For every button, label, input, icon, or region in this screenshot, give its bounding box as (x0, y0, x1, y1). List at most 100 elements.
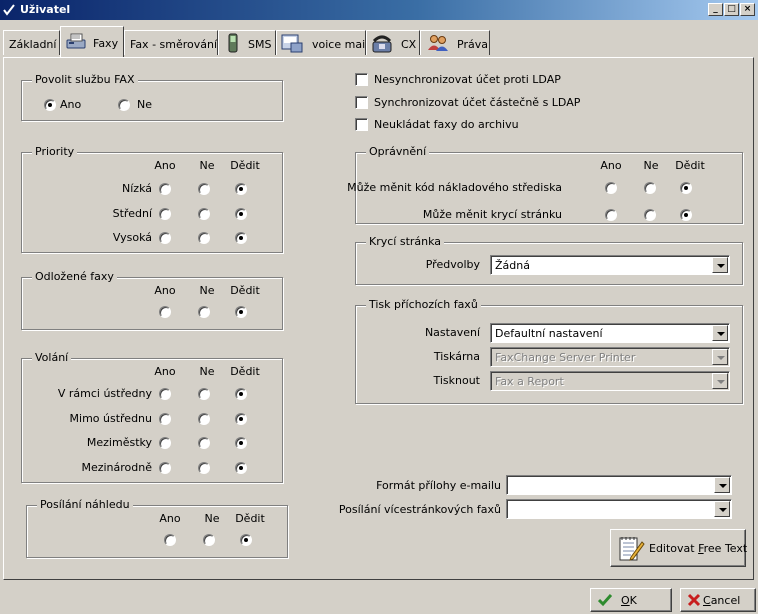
cover-page-inherit-radio[interactable] (680, 209, 692, 221)
tab-fax-routing[interactable]: Fax - směrování (124, 30, 218, 55)
cost-center-no-radio[interactable] (644, 182, 656, 194)
no-ldap-sync-checkbox[interactable] (355, 73, 368, 86)
cover-page-permission-label: Může měnit krycí stránku (422, 208, 562, 221)
tab-sms[interactable]: SMS (218, 30, 276, 55)
voicemail-icon (281, 34, 303, 53)
tab-rights[interactable]: Práva (420, 30, 490, 55)
group-title: Oprávnění (366, 145, 430, 158)
tab-faxes[interactable]: Faxy (60, 26, 124, 57)
calls-longdistance-no-radio[interactable] (198, 437, 210, 449)
checkmark-icon (598, 594, 612, 607)
cost-center-permission-label: Může měnit kód nákladového střediska (347, 181, 562, 194)
calls-external-no-radio[interactable] (198, 413, 210, 425)
mobile-phone-icon (228, 33, 238, 53)
calls-international-no-radio[interactable] (198, 462, 210, 474)
priority-low-inherit-radio[interactable] (235, 183, 247, 195)
fax-service-no-radio[interactable] (118, 99, 130, 111)
calls-longdistance-inherit-radio[interactable] (235, 437, 247, 449)
tab-label: Faxy (93, 37, 119, 50)
delayed-inherit-radio[interactable] (235, 306, 247, 318)
minimize-button[interactable]: _ (708, 3, 723, 16)
notepad-pencil-icon (619, 537, 645, 561)
permissions-group: Oprávnění Ano Ne Dědit Může měnit kód ná… (347, 145, 743, 224)
group-title: Priority (32, 145, 78, 158)
cost-center-yes-radio[interactable] (605, 182, 617, 194)
chevron-down-icon (712, 349, 728, 365)
chevron-down-icon[interactable] (712, 257, 728, 273)
cancel-x-icon (687, 593, 701, 607)
calls-internal-no-radio[interactable] (198, 388, 210, 400)
title-bar[interactable]: Uživatel _ □ × (0, 0, 758, 20)
priority-medium-label: Střední (112, 207, 152, 220)
close-button[interactable]: × (740, 3, 755, 16)
group-title: Posílání náhledu (37, 498, 133, 511)
phone-icon (372, 35, 392, 53)
user-check-icon (3, 4, 15, 16)
priority-high-yes-radio[interactable] (159, 232, 171, 244)
priority-low-yes-radio[interactable] (159, 183, 171, 195)
preview-yes-radio[interactable] (164, 534, 176, 546)
cover-page-preset-select[interactable]: Žádná (490, 255, 730, 275)
incoming-print-group: Tisk příchozích faxů Nastavení Defaultní… (355, 298, 743, 404)
priority-medium-no-radio[interactable] (198, 208, 210, 220)
select-value: Defaultní nastavení (495, 327, 603, 340)
partial-ldap-sync-checkbox[interactable] (355, 96, 368, 109)
priority-group: Priority Ano Ne Dědit Nízká Střední Vyso… (21, 145, 283, 253)
chevron-down-icon[interactable] (712, 325, 728, 341)
ok-label: OK (621, 594, 637, 607)
calls-longdistance-label: Meziměstky (86, 436, 152, 449)
tab-cx[interactable]: CX (366, 30, 420, 55)
cover-page-yes-radio[interactable] (605, 209, 617, 221)
cost-center-inherit-radio[interactable] (680, 182, 692, 194)
select-value: Žádná (495, 259, 530, 272)
maximize-button[interactable]: □ (724, 3, 739, 16)
calls-internal-inherit-radio[interactable] (235, 388, 247, 400)
no-archive-checkbox[interactable] (355, 118, 368, 131)
column-header-inherit: Dědit (235, 512, 265, 525)
tab-basic[interactable]: Základní (3, 30, 60, 55)
column-header-no: Ne (199, 284, 215, 297)
calls-international-yes-radio[interactable] (159, 462, 171, 474)
tab-voice-mail[interactable]: voice mail (276, 30, 368, 55)
delayed-faxes-group: Odložené faxy Ano Ne Dědit (21, 270, 283, 330)
delayed-no-radio[interactable] (198, 306, 210, 318)
calls-external-inherit-radio[interactable] (235, 413, 247, 425)
cover-page-no-radio[interactable] (644, 209, 656, 221)
column-header-yes: Ano (154, 365, 176, 378)
chevron-down-icon[interactable] (714, 477, 730, 493)
ok-button[interactable]: OK (590, 588, 672, 612)
priority-high-inherit-radio[interactable] (235, 232, 247, 244)
window-title: Uživatel (20, 3, 71, 16)
printer-label: Tiskárna (433, 350, 480, 363)
calls-longdistance-yes-radio[interactable] (159, 437, 171, 449)
cover-page-group: Krycí stránka Předvolby Žádná (355, 235, 743, 285)
priority-medium-yes-radio[interactable] (159, 208, 171, 220)
preview-inherit-radio[interactable] (240, 534, 252, 546)
column-header-inherit: Dědit (675, 159, 705, 172)
fax-icon (66, 33, 86, 49)
edit-free-text-button[interactable]: Editovat Free Text (610, 529, 747, 567)
calls-external-yes-radio[interactable] (159, 413, 171, 425)
cancel-button[interactable]: Cancel (680, 588, 756, 612)
email-format-select[interactable] (506, 475, 732, 495)
calls-external-label: Mimo ústřednu (69, 412, 152, 425)
calls-internal-yes-radio[interactable] (159, 388, 171, 400)
column-header-yes: Ano (154, 159, 176, 172)
fax-service-yes-radio[interactable] (44, 99, 56, 111)
multipage-select[interactable] (506, 499, 732, 519)
print-what-label: Tisknout (433, 374, 480, 387)
print-settings-select[interactable]: Defaultní nastavení (490, 323, 730, 343)
radio-label: Ne (137, 98, 152, 111)
column-header-inherit: Dědit (230, 365, 260, 378)
preview-no-radio[interactable] (203, 534, 215, 546)
column-header-no: Ne (199, 365, 215, 378)
chevron-down-icon[interactable] (714, 501, 730, 517)
group-title: Krycí stránka (366, 235, 445, 248)
priority-medium-inherit-radio[interactable] (235, 208, 247, 220)
priority-low-no-radio[interactable] (198, 183, 210, 195)
column-header-yes: Ano (600, 159, 622, 172)
select-value: FaxChange Server Printer (495, 351, 636, 364)
delayed-yes-radio[interactable] (159, 306, 171, 318)
priority-high-no-radio[interactable] (198, 232, 210, 244)
calls-international-inherit-radio[interactable] (235, 462, 247, 474)
